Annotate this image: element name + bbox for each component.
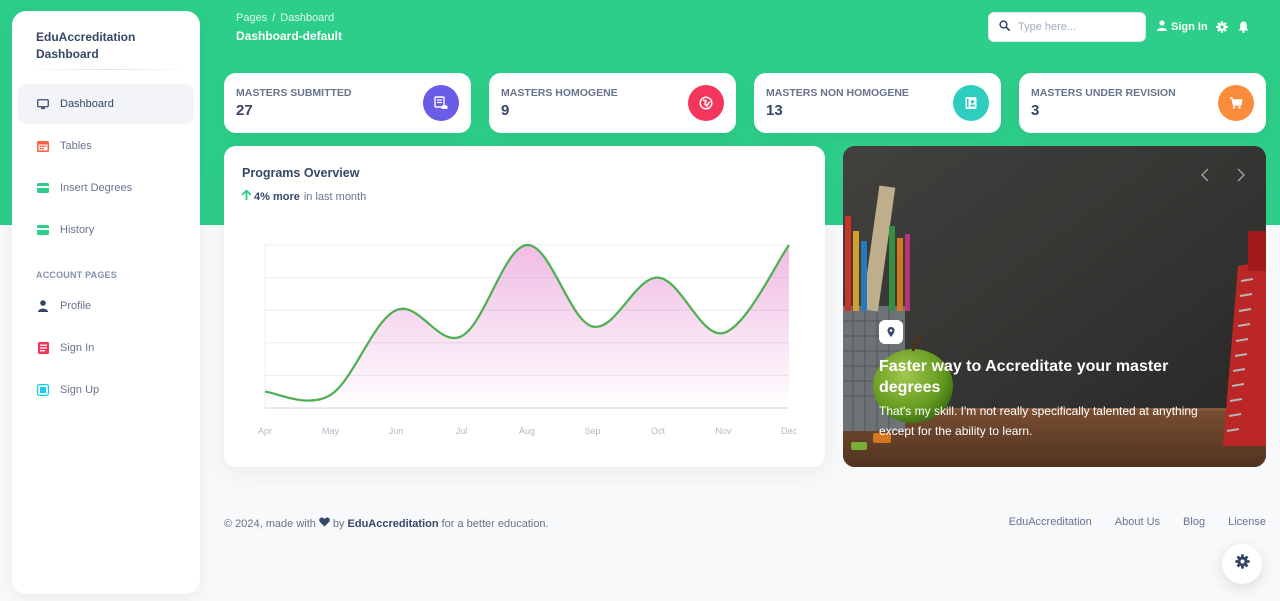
collection-icon	[36, 383, 50, 397]
sidebar-item-label: History	[60, 224, 95, 236]
section-title-account: ACCOUNT PAGES	[36, 270, 117, 280]
footer-copyright: © 2024, made with by EduAccreditation fo…	[224, 517, 549, 530]
programs-overview-card: Programs Overview 4% more in last month …	[224, 146, 825, 467]
by-text: by	[332, 517, 345, 530]
sidebar: EduAccreditation Dashboard Dashboard Tab…	[12, 11, 200, 594]
tagline-text: for a better education.	[441, 517, 549, 530]
sidebar-item-label: Sign In	[60, 342, 95, 354]
sidebar-item-sign-up[interactable]: Sign Up	[18, 370, 194, 410]
sidebar-nav: Dashboard Tables Insert Degrees History	[12, 70, 200, 250]
sidebar-item-label: Tables	[60, 140, 92, 152]
carousel-text: That's my skill. I'm not really specific…	[879, 404, 1198, 438]
stat-value: 9	[501, 102, 510, 119]
badge-icon	[953, 85, 989, 121]
stat-label: MASTERS HOMOGENE	[501, 87, 618, 99]
footer-link-about-us[interactable]: About Us	[1115, 516, 1160, 528]
search-icon	[999, 18, 1010, 36]
x-tick-label: Sep	[584, 426, 600, 436]
stat-card-masters-homogene: MASTERS HOMOGENE 9	[489, 73, 736, 133]
stat-value: 27	[236, 102, 253, 119]
document-icon	[36, 341, 50, 355]
footer-links: EduAccreditation About Us Blog License	[986, 516, 1266, 528]
footer-link-eduaccreditation[interactable]: EduAccreditation	[1009, 516, 1092, 528]
sidebar-item-label: Dashboard	[60, 98, 114, 110]
page-title: Dashboard-default	[236, 29, 343, 43]
sidebar-item-label: Insert Degrees	[60, 182, 133, 194]
sign-in-link[interactable]: Sign In	[1157, 20, 1208, 34]
brand[interactable]: EduAccreditation Dashboard	[12, 11, 200, 69]
search-input[interactable]	[1018, 21, 1138, 33]
database-icon	[423, 85, 459, 121]
globe-icon	[688, 85, 724, 121]
search-box[interactable]	[988, 12, 1146, 42]
stat-card-masters-non-homogene: MASTERS NON HOMOGENE 13	[754, 73, 1001, 133]
footer-link-blog[interactable]: Blog	[1183, 516, 1205, 528]
account-nav: Profile Sign In Sign Up	[12, 286, 200, 410]
credit-card-icon	[36, 181, 50, 195]
chevron-left-icon[interactable]	[1201, 168, 1209, 187]
copyright-text: © 2024, made with	[224, 517, 316, 530]
sidebar-item-label: Profile	[60, 300, 92, 312]
stat-label: MASTERS SUBMITTED	[236, 87, 352, 99]
user-icon	[1157, 20, 1171, 34]
monitor-icon	[36, 97, 50, 111]
credit-card-icon	[36, 223, 50, 237]
stat-label: MASTERS NON HOMOGENE	[766, 87, 909, 99]
heart-icon	[319, 517, 330, 530]
map-pin-icon	[879, 320, 903, 344]
carousel[interactable]: Faster way to Accreditate your master de…	[843, 146, 1266, 467]
stat-card-masters-submitted: MASTERS SUBMITTED 27	[224, 73, 471, 133]
chevron-right-icon[interactable]	[1237, 168, 1245, 187]
breadcrumb-separator: /	[272, 12, 276, 24]
sidebar-item-tables[interactable]: Tables	[18, 126, 194, 166]
stat-card-masters-under-revision: MASTERS UNDER REVISION 3	[1019, 73, 1266, 133]
sidebar-item-dashboard[interactable]: Dashboard	[18, 84, 194, 124]
calendar-icon	[36, 139, 50, 153]
stat-value: 13	[766, 102, 783, 119]
x-tick-label: Dec	[781, 426, 798, 436]
brand-line-2: Dashboard	[36, 47, 99, 61]
breadcrumb-current: Dashboard	[280, 12, 335, 24]
user-icon	[36, 299, 50, 313]
x-tick-label: Jun	[389, 426, 404, 436]
sidebar-item-sign-in[interactable]: Sign In	[18, 328, 194, 368]
footer-brand-link[interactable]: EduAccreditation	[348, 518, 439, 530]
footer-link-license[interactable]: License	[1228, 516, 1266, 528]
x-tick-label: Apr	[258, 426, 272, 436]
bell-icon[interactable]	[1238, 20, 1249, 38]
breadcrumb: Pages / Dashboard	[236, 12, 334, 24]
settings-gear-icon[interactable]	[1216, 20, 1228, 38]
cart-icon	[1218, 85, 1254, 121]
gear-icon	[1234, 554, 1250, 574]
x-tick-label: Jul	[456, 426, 468, 436]
x-tick-label: Nov	[715, 426, 732, 436]
sidebar-item-label: Sign Up	[60, 384, 100, 396]
x-tick-label: Oct	[651, 426, 666, 436]
sign-in-label: Sign In	[1171, 21, 1208, 33]
sidebar-item-insert-degrees[interactable]: Insert Degrees	[18, 168, 194, 208]
x-tick-label: May	[322, 426, 340, 436]
sidebar-item-history[interactable]: History	[18, 210, 194, 250]
sidebar-item-profile[interactable]: Profile	[18, 286, 194, 326]
configurator-button[interactable]	[1222, 544, 1262, 584]
brand-line-1: EduAccreditation	[36, 30, 136, 44]
stat-label: MASTERS UNDER REVISION	[1031, 87, 1176, 99]
stat-value: 3	[1031, 102, 1040, 119]
line-chart: Apr May Jun Jul Aug Sep Oct Nov Dec	[258, 243, 798, 436]
breadcrumb-pages[interactable]: Pages	[236, 12, 267, 24]
carousel-title: Faster way to Accreditate your master de…	[879, 358, 1169, 396]
x-tick-label: Aug	[519, 426, 535, 436]
